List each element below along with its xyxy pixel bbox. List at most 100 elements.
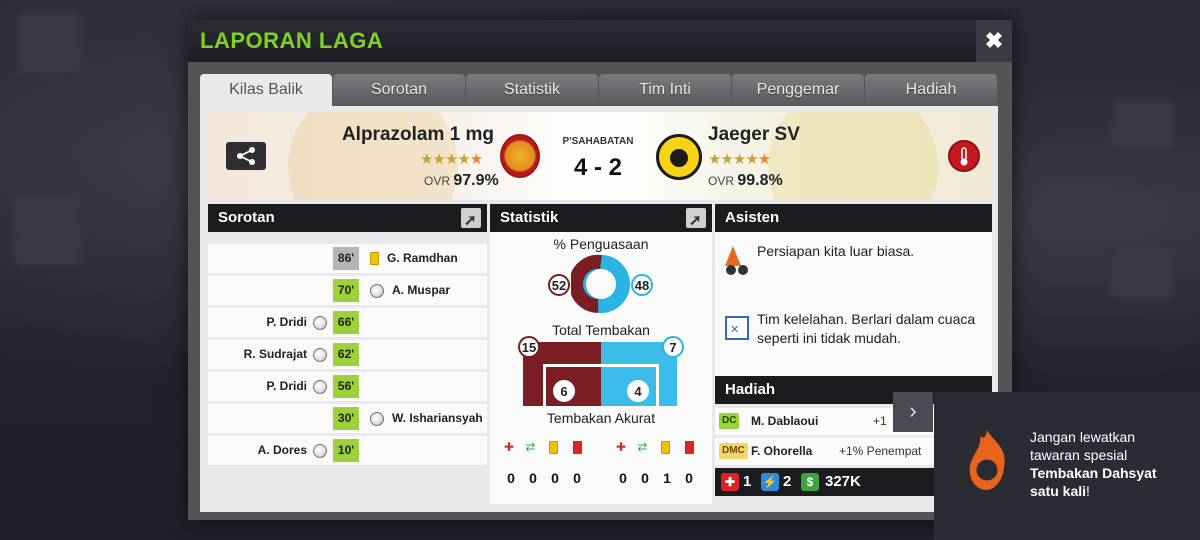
- assistant-header: Asisten: [715, 204, 992, 232]
- event-player: A. Dores: [258, 443, 327, 458]
- event-player-name: A. Muspar: [392, 283, 451, 297]
- away-team-name: Jaeger SV: [708, 124, 800, 145]
- highlights-panel: Sorotan 86' G. Ramdhan 70' A. Muspar 66' P. D…: [208, 204, 487, 504]
- tab-tim-inti[interactable]: Tim Inti: [599, 74, 731, 106]
- statistics-panel: Statistik % Penguasaan 52 48 Total Temba…: [490, 204, 712, 504]
- red-card-icon: [573, 441, 583, 455]
- home-stat-icons: ✚ ⇄: [504, 440, 583, 455]
- tab-penggemar[interactable]: Penggemar: [732, 74, 864, 106]
- tab-content: Alprazolam 1 mg ★★★★★ OVR 97.9% P'SAHABA…: [200, 106, 998, 512]
- event-player: G. Ramdhan: [370, 251, 458, 266]
- away-team-stars: ★★★★★: [708, 151, 771, 168]
- match-score: 4 - 2: [573, 154, 623, 181]
- thermometer-icon: [960, 147, 968, 166]
- energy-icon: ⚡: [761, 473, 779, 491]
- highlights-header: Sorotan: [208, 204, 487, 235]
- ball-icon: [313, 315, 327, 330]
- match-report-dialog: LAPORAN LAGA ✖ Kilas Balik Sorotan Stati…: [188, 20, 1012, 520]
- share-icon: [237, 147, 255, 165]
- event-minute: 66': [333, 311, 359, 334]
- event-player-name: W. Ishariansyah: [392, 411, 483, 425]
- reward-player: F. Ohorella: [751, 444, 813, 458]
- reward-value: +1: [873, 414, 887, 428]
- tab-statistik[interactable]: Statistik: [466, 74, 598, 106]
- assistant-message-2: Tim kelelahan. Berlari dalam cuaca seper…: [757, 311, 976, 346]
- event-minute: 70': [333, 279, 359, 302]
- away-team-crest: [656, 134, 702, 180]
- away-team-ovr: OVR 99.8%: [708, 172, 783, 189]
- event-player: W. Ishariansyah: [370, 411, 483, 426]
- event-player: R. Sudrajat: [244, 347, 327, 362]
- yellow-card-icon: [660, 441, 670, 455]
- red-card-icon: [685, 441, 695, 455]
- assistant-message-1: Persiapan kita luar biasa.: [757, 243, 915, 259]
- event-player-name: P. Dridi: [266, 315, 307, 329]
- highlight-event: 70' A. Muspar: [208, 276, 487, 305]
- share-button[interactable]: [226, 142, 266, 170]
- on-target-label: Tembakan Akurat: [546, 410, 656, 426]
- substitution-icon: ⇄: [637, 440, 648, 454]
- yellow-card-icon: [548, 441, 558, 455]
- dialog-header: LAPORAN LAGA ✖: [188, 20, 1012, 62]
- tab-bar: Kilas Balik Sorotan Statistik Tim Inti P…: [200, 74, 998, 106]
- event-minute: 30': [333, 407, 359, 430]
- tab-sorotan[interactable]: Sorotan: [333, 74, 465, 106]
- home-team-crest: [500, 134, 540, 178]
- event-player-name: P. Dridi: [266, 379, 307, 393]
- dialog-title: LAPORAN LAGA: [200, 28, 384, 53]
- close-button[interactable]: ✖: [976, 20, 1012, 62]
- assistant-body: Persiapan kita luar biasa. ✕ Tim kelelah…: [715, 232, 992, 376]
- training-cone-icon: [725, 246, 748, 275]
- event-player-name: A. Dores: [257, 443, 307, 457]
- tactics-board-icon: ✕: [725, 316, 749, 340]
- tab-hadiah[interactable]: Hadiah: [865, 74, 997, 106]
- injury-icon: ✚: [504, 440, 515, 454]
- event-minute: 86': [333, 247, 359, 270]
- reward-player: M. Dablaoui: [751, 414, 819, 428]
- ball-icon: [313, 347, 327, 362]
- statistics-header: Statistik: [490, 204, 712, 235]
- highlights-list: 86' G. Ramdhan 70' A. Muspar 66' P. Dridi 62' R…: [208, 244, 487, 468]
- event-player: P. Dridi: [267, 315, 327, 330]
- expand-highlights-icon[interactable]: [461, 207, 481, 235]
- dialog-body: Kilas Balik Sorotan Statistik Tim Inti P…: [188, 62, 1012, 520]
- expand-statistics-icon[interactable]: [686, 207, 706, 235]
- weather-button[interactable]: [948, 140, 980, 172]
- highlight-event: 10' A. Dores: [208, 436, 487, 465]
- match-banner: Alprazolam 1 mg ★★★★★ OVR 97.9% P'SAHABA…: [208, 112, 991, 200]
- home-team-ovr: OVR 97.9%: [424, 172, 499, 189]
- tab-kilas-balik[interactable]: Kilas Balik: [200, 74, 332, 106]
- on-target-away: 4: [627, 380, 649, 402]
- statistics-body: % Penguasaan 52 48 Total Tembakan 15 7 6…: [490, 232, 712, 504]
- possession-home: 52: [548, 274, 570, 296]
- event-minute: 62': [333, 343, 359, 366]
- ball-icon: [313, 379, 327, 394]
- position-badge: DC: [719, 413, 740, 429]
- event-player-name: G. Ramdhan: [387, 251, 458, 265]
- reward-value: +1% Penempat: [839, 444, 922, 458]
- event-minute: 56': [333, 375, 359, 398]
- shots-home: 15: [518, 336, 540, 358]
- substitution-icon: ⇄: [525, 440, 536, 454]
- home-team-name: Alprazolam 1 mg: [341, 124, 494, 145]
- promo-text: Jangan lewatkan tawaran spesial Tembakan…: [1030, 429, 1157, 499]
- on-target-home: 6: [553, 380, 575, 402]
- total-shots-label: Total Tembakan: [552, 322, 650, 338]
- away-stat-counts: 0010: [619, 470, 693, 486]
- highlight-event: 62' R. Sudrajat: [208, 340, 487, 369]
- possession-label: % Penguasaan: [553, 236, 649, 252]
- away-stat-icons: ✚ ⇄: [616, 440, 695, 455]
- event-minute: 10': [333, 439, 359, 462]
- money-icon: $: [801, 473, 819, 491]
- yellow-card-icon: [370, 252, 379, 266]
- highlight-event: 30' W. Ishariansyah: [208, 404, 487, 433]
- ball-icon: [313, 443, 327, 458]
- possession-away: 48: [631, 274, 653, 296]
- special-offer-promo[interactable]: Jangan lewatkan tawaran spesial Tembakan…: [934, 392, 1200, 540]
- promo-expand-button[interactable]: ›: [893, 392, 933, 432]
- ball-icon: [370, 411, 384, 426]
- medical-icon: ✚: [721, 473, 739, 491]
- injury-icon: ✚: [616, 440, 627, 454]
- highlight-event: 66' P. Dridi: [208, 308, 487, 337]
- highlight-event: 86' G. Ramdhan: [208, 244, 487, 273]
